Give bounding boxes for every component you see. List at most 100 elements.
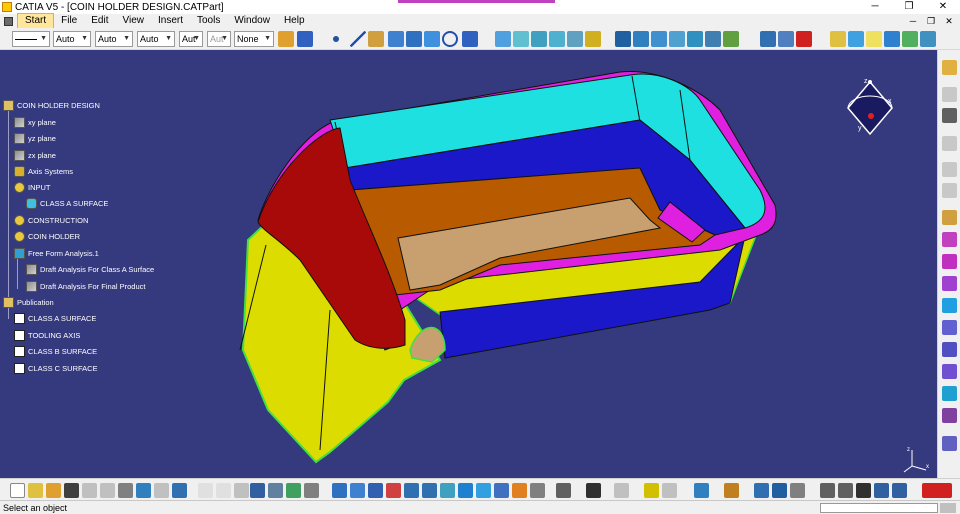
material-icon[interactable] — [724, 483, 739, 498]
power-input-field[interactable] — [820, 503, 938, 513]
menu-insert[interactable]: Insert — [151, 14, 190, 28]
menu-window[interactable]: Window — [227, 14, 277, 28]
fx-formula-icon[interactable] — [198, 483, 213, 498]
line-thickness-combo[interactable]: ▼ — [12, 31, 50, 47]
layer-combo[interactable]: Aut ▼ — [207, 31, 231, 47]
select-icon[interactable] — [942, 87, 957, 102]
point-icon[interactable] — [333, 36, 339, 42]
join-icon[interactable] — [615, 31, 631, 47]
measure-icon[interactable] — [942, 108, 957, 123]
spline-icon[interactable] — [462, 31, 478, 47]
zoom-in-icon[interactable] — [404, 483, 419, 498]
menu-view[interactable]: View — [115, 14, 151, 28]
apply-material-icon[interactable] — [942, 436, 957, 451]
draft-icon[interactable] — [942, 386, 957, 401]
pad-icon[interactable] — [942, 320, 957, 335]
doc-minimize-button[interactable]: ─ — [904, 14, 922, 28]
menu-start[interactable]: Start — [17, 13, 55, 29]
workbench-icon[interactable] — [942, 60, 957, 75]
3d-viewport[interactable]: z x y z x COIN HOLDER DESIGN xy plane yz… — [0, 50, 937, 478]
wire-hidden-icon[interactable] — [644, 483, 659, 498]
update-icon[interactable] — [790, 483, 805, 498]
blend-icon[interactable] — [585, 31, 601, 47]
tree-item-tooling-axis[interactable]: TOOLING AXIS — [14, 328, 80, 342]
shading-icon[interactable] — [494, 483, 509, 498]
multi-section-icon[interactable] — [567, 31, 583, 47]
folder-icon[interactable] — [46, 483, 61, 498]
compass-widget[interactable]: z x y — [840, 78, 900, 138]
extrude-surface-icon[interactable] — [495, 31, 511, 47]
tree-root[interactable]: COIN HOLDER DESIGN — [3, 98, 100, 112]
solid-icon[interactable] — [942, 276, 957, 291]
fillet-icon[interactable] — [669, 31, 685, 47]
close-button[interactable]: ✕ — [926, 0, 960, 14]
lighting-icon[interactable] — [694, 483, 709, 498]
paste-icon[interactable] — [118, 483, 133, 498]
pocket-icon[interactable] — [942, 342, 957, 357]
line-icon[interactable] — [350, 31, 366, 47]
trim-icon[interactable] — [651, 31, 667, 47]
tree-item-xy-plane[interactable]: xy plane — [14, 115, 56, 129]
parameter-icon[interactable] — [848, 31, 864, 47]
sweep-icon[interactable] — [531, 31, 547, 47]
menu-tools[interactable]: Tools — [190, 14, 227, 28]
constraint-icon[interactable] — [754, 483, 769, 498]
menu-help[interactable]: Help — [277, 14, 312, 28]
redo-icon[interactable] — [154, 483, 169, 498]
refresh-icon[interactable] — [820, 483, 835, 498]
datum-icon[interactable] — [942, 183, 957, 198]
projection-icon[interactable] — [388, 31, 404, 47]
pan-icon[interactable] — [368, 483, 383, 498]
analysis-icon[interactable] — [760, 31, 776, 47]
tree-item-draft-final-product[interactable]: Draft Analysis For Final Product — [26, 279, 145, 293]
corner-icon[interactable] — [424, 31, 440, 47]
doc-close-button[interactable]: ✕ — [940, 14, 958, 28]
tree-item-zx-plane[interactable]: zx plane — [14, 148, 56, 162]
comment-icon[interactable] — [216, 483, 231, 498]
plane-icon[interactable] — [368, 31, 384, 47]
tree-item-pub-class-a[interactable]: CLASS A SURFACE — [14, 311, 96, 325]
painter-icon[interactable] — [278, 31, 294, 47]
tree-item-publication[interactable]: Publication — [3, 295, 54, 309]
camera-icon[interactable] — [556, 483, 571, 498]
tree-item-coin-holder[interactable]: COIN HOLDER — [14, 229, 80, 243]
shaft-icon[interactable] — [942, 364, 957, 379]
tree-item-free-form-analysis[interactable]: Free Form Analysis.1 — [14, 246, 99, 260]
tree-item-pub-class-c[interactable]: CLASS C SURFACE — [14, 361, 98, 375]
knowledge-advisor-icon[interactable] — [286, 483, 301, 498]
design-table-icon[interactable] — [234, 483, 249, 498]
extrapolate-icon[interactable] — [705, 31, 721, 47]
expand-icon[interactable] — [874, 483, 889, 498]
fit-all-icon[interactable] — [350, 483, 365, 498]
render-style-combo[interactable]: None ▼ — [234, 31, 274, 47]
doc-restore-button[interactable]: ❐ — [922, 14, 940, 28]
capture-icon[interactable] — [586, 483, 601, 498]
linetype-combo[interactable]: Auto ▼ — [137, 31, 175, 47]
open-icon[interactable] — [28, 483, 43, 498]
fly-mode-icon[interactable] — [332, 483, 347, 498]
thickness-icon[interactable] — [942, 298, 957, 313]
sort-icon[interactable] — [838, 483, 853, 498]
wireframe-icon[interactable] — [942, 210, 957, 225]
revolve-surface-icon[interactable] — [513, 31, 529, 47]
sketch-icon[interactable] — [942, 136, 957, 151]
power-input-icon[interactable] — [940, 503, 956, 513]
copy-icon[interactable] — [100, 483, 115, 498]
tree-options-icon[interactable] — [892, 483, 907, 498]
layer-filter-icon[interactable] — [614, 483, 629, 498]
color-combo[interactable]: Auto ▼ — [53, 31, 91, 47]
whats-this-icon[interactable] — [172, 483, 187, 498]
catalog-icon[interactable] — [268, 483, 283, 498]
circle-icon[interactable] — [442, 31, 458, 47]
restore-button[interactable]: ❐ — [892, 0, 926, 14]
collapse-icon[interactable] — [856, 483, 871, 498]
fill-icon[interactable] — [549, 31, 565, 47]
tree-item-construction[interactable]: CONSTRUCTION — [14, 213, 88, 227]
translate-icon[interactable] — [687, 31, 703, 47]
surface-tool-icon[interactable] — [942, 232, 957, 247]
intersection-icon[interactable] — [406, 31, 422, 47]
iso-view-icon[interactable] — [476, 483, 491, 498]
new-icon[interactable] — [10, 483, 25, 498]
parameters-icon[interactable] — [772, 483, 787, 498]
save-icon[interactable] — [64, 483, 79, 498]
